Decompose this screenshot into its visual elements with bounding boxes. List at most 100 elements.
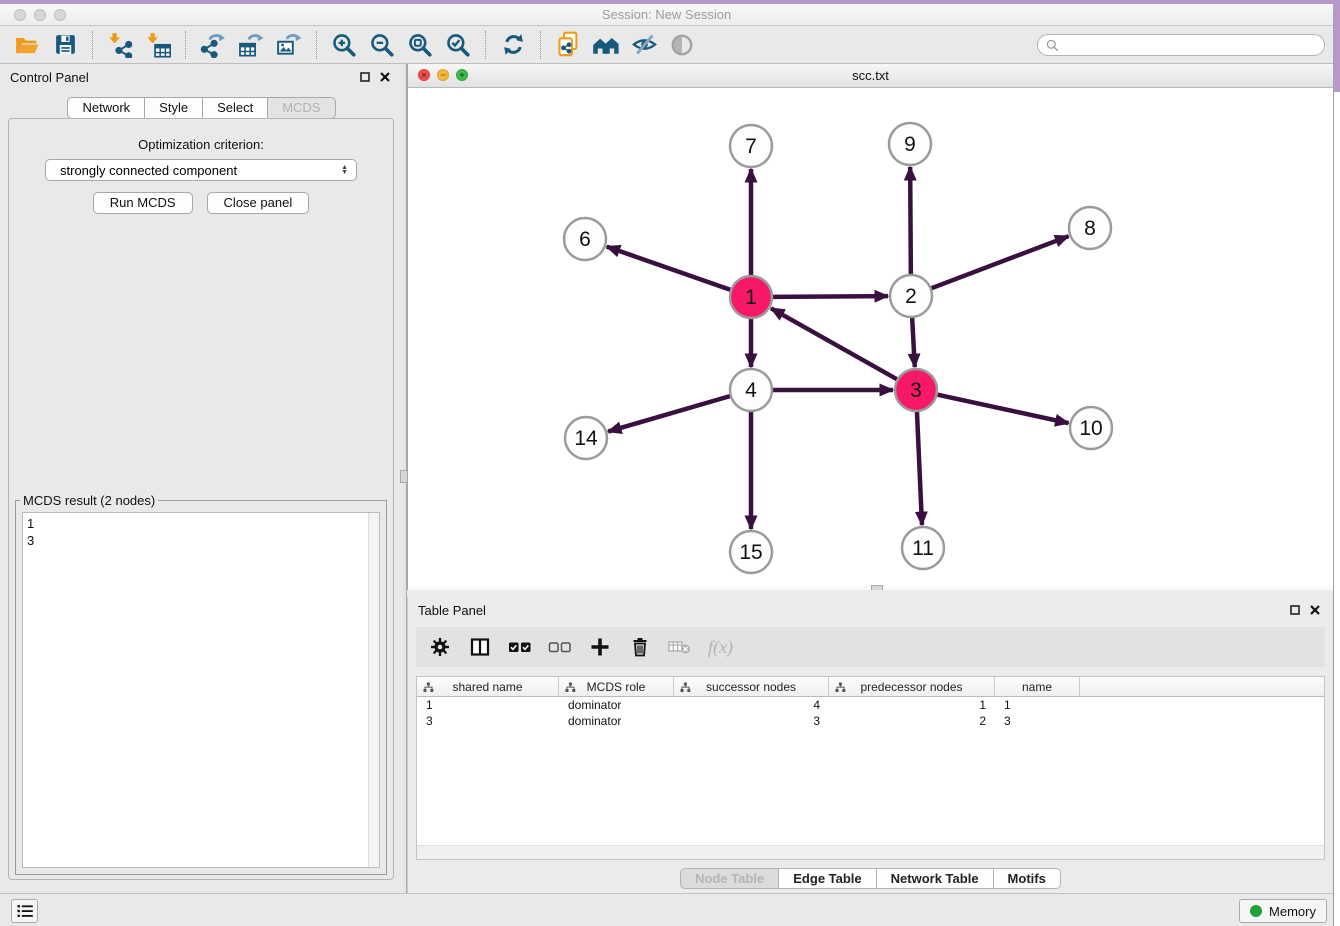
table-header-row: shared name MCDS role successor nodes pr…	[417, 677, 1324, 697]
column-header-name[interactable]: name	[995, 677, 1080, 696]
toolbar-separator	[185, 31, 186, 59]
graph-node-label-14: 14	[574, 427, 598, 450]
table-options-gear-icon[interactable]	[428, 635, 452, 659]
delete-columns-trash-icon[interactable]	[628, 635, 652, 659]
float-panel-icon[interactable]	[357, 70, 373, 84]
tab-edge-table[interactable]: Edge Table	[779, 868, 876, 889]
graph-edge-2-8[interactable]	[932, 236, 1069, 288]
graph-edge-3-11[interactable]	[917, 412, 922, 525]
refresh-view-button[interactable]	[494, 30, 532, 60]
table-panel: Table Panel	[407, 597, 1333, 893]
export-network-button[interactable]	[194, 30, 232, 60]
list-icon	[17, 904, 33, 918]
graph-node-label-9: 9	[904, 133, 916, 156]
cell-successor-nodes: 3	[674, 713, 829, 729]
clone-network-icon	[555, 31, 582, 58]
table-row[interactable]: 1dominator411	[417, 697, 1324, 713]
hide-selected-button[interactable]	[625, 30, 663, 60]
tab-node-table[interactable]: Node Table	[680, 868, 779, 889]
export-image-button[interactable]	[270, 30, 308, 60]
horizontal-splitter[interactable]	[407, 590, 1333, 597]
zoom-fit-icon	[407, 32, 433, 58]
export-image-icon	[276, 32, 302, 58]
memory-button[interactable]: Memory	[1239, 899, 1327, 923]
delete-table-icon-disabled	[668, 635, 692, 659]
unselect-all-checkboxes-icon[interactable]	[548, 635, 572, 659]
create-column-icon[interactable]	[588, 635, 612, 659]
two-houses-icon	[592, 31, 620, 59]
control-tab-select[interactable]: Select	[203, 97, 268, 119]
open-folder-icon	[14, 32, 40, 58]
memory-status-icon	[1250, 905, 1262, 917]
control-panel-header: Control Panel	[0, 64, 403, 90]
import-table-button[interactable]	[139, 30, 177, 60]
close-table-panel-icon[interactable]	[1307, 603, 1323, 617]
mcds-result-scrollbar[interactable]	[368, 513, 379, 867]
zoom-in-button[interactable]	[325, 30, 363, 60]
graph-node-label-2: 2	[905, 285, 917, 308]
column-header-shared-name[interactable]: shared name	[417, 677, 559, 696]
close-panel-icon[interactable]	[377, 70, 393, 84]
first-neighbors-button[interactable]	[587, 30, 625, 60]
close-panel-button[interactable]: Close panel	[207, 192, 310, 214]
tab-motifs[interactable]: Motifs	[994, 868, 1061, 889]
graph-node-label-15: 15	[739, 541, 762, 564]
control-tab-style[interactable]: Style	[145, 97, 203, 119]
table-panel-tabs: Node TableEdge TableNetwork TableMotifs	[408, 868, 1333, 889]
zoom-fit-button[interactable]	[401, 30, 439, 60]
cell-MCDS-role: dominator	[559, 697, 674, 713]
task-history-button[interactable]	[11, 899, 38, 923]
select-all-checkboxes-icon[interactable]	[508, 635, 532, 659]
show-all-button	[663, 30, 701, 60]
graph-node-label-6: 6	[579, 228, 591, 251]
table-panel-header: Table Panel	[408, 597, 1333, 623]
zoom-out-button[interactable]	[363, 30, 401, 60]
control-tab-mcds[interactable]: MCDS	[268, 97, 335, 119]
column-header-predecessor-nodes[interactable]: predecessor nodes	[829, 677, 995, 696]
table-body: 1dominator4113dominator323	[417, 697, 1324, 729]
toolbar-separator	[92, 31, 93, 59]
zoom-selected-icon	[445, 32, 471, 58]
cell-name: 1	[995, 697, 1080, 713]
mcds-result-textarea[interactable]: 1 3	[22, 512, 380, 868]
search-field[interactable]	[1037, 34, 1325, 56]
cell-MCDS-role: dominator	[559, 713, 674, 729]
float-table-panel-icon[interactable]	[1287, 603, 1303, 617]
select-stepper-icon: ▲▼	[341, 165, 348, 175]
graph-edge-4-14[interactable]	[608, 396, 730, 431]
run-mcds-button[interactable]: Run MCDS	[93, 192, 193, 214]
import-network-button[interactable]	[101, 30, 139, 60]
optimization-criterion-label: Optimization criterion:	[9, 137, 393, 152]
cell-name: 3	[995, 713, 1080, 729]
control-panel-title: Control Panel	[10, 70, 89, 85]
graph-node-label-11: 11	[912, 537, 934, 560]
main-area: Control Panel NetworkStyleSelectMCDS Opt…	[0, 64, 1333, 893]
tab-network-table[interactable]: Network Table	[877, 868, 994, 889]
table-row[interactable]: 3dominator323	[417, 713, 1324, 729]
column-header-successor-nodes[interactable]: successor nodes	[674, 677, 829, 696]
table-horizontal-scrollbar[interactable]	[417, 845, 1324, 859]
import-table-icon	[145, 32, 171, 58]
cell-predecessor-nodes: 2	[829, 713, 995, 729]
graph-edge-3-1[interactable]	[771, 308, 897, 379]
eye-slash-icon	[631, 31, 658, 58]
graph-edge-2-3[interactable]	[912, 318, 915, 367]
save-session-button[interactable]	[46, 30, 84, 60]
open-session-button[interactable]	[8, 30, 46, 60]
network-canvas[interactable]: 7968124314101511	[408, 88, 1333, 585]
export-table-button[interactable]	[232, 30, 270, 60]
zoom-selected-button[interactable]	[439, 30, 477, 60]
show-column-icon[interactable]	[468, 635, 492, 659]
optimization-criterion-select[interactable]: strongly connected component ▲▼	[45, 159, 357, 181]
search-input[interactable]	[1065, 38, 1316, 52]
graph-edge-1-6[interactable]	[607, 247, 731, 290]
export-network-icon	[200, 32, 226, 58]
graph-edge-3-10[interactable]	[937, 395, 1068, 423]
column-header-MCDS-role[interactable]: MCDS role	[559, 677, 674, 696]
clone-network-button[interactable]	[549, 30, 587, 60]
graph-edge-1-2[interactable]	[773, 296, 888, 297]
network-graph: 7968124314101511	[408, 88, 1334, 585]
zoom-out-icon	[369, 32, 395, 58]
graph-edge-2-9[interactable]	[910, 167, 911, 274]
control-tab-network[interactable]: Network	[67, 97, 145, 119]
